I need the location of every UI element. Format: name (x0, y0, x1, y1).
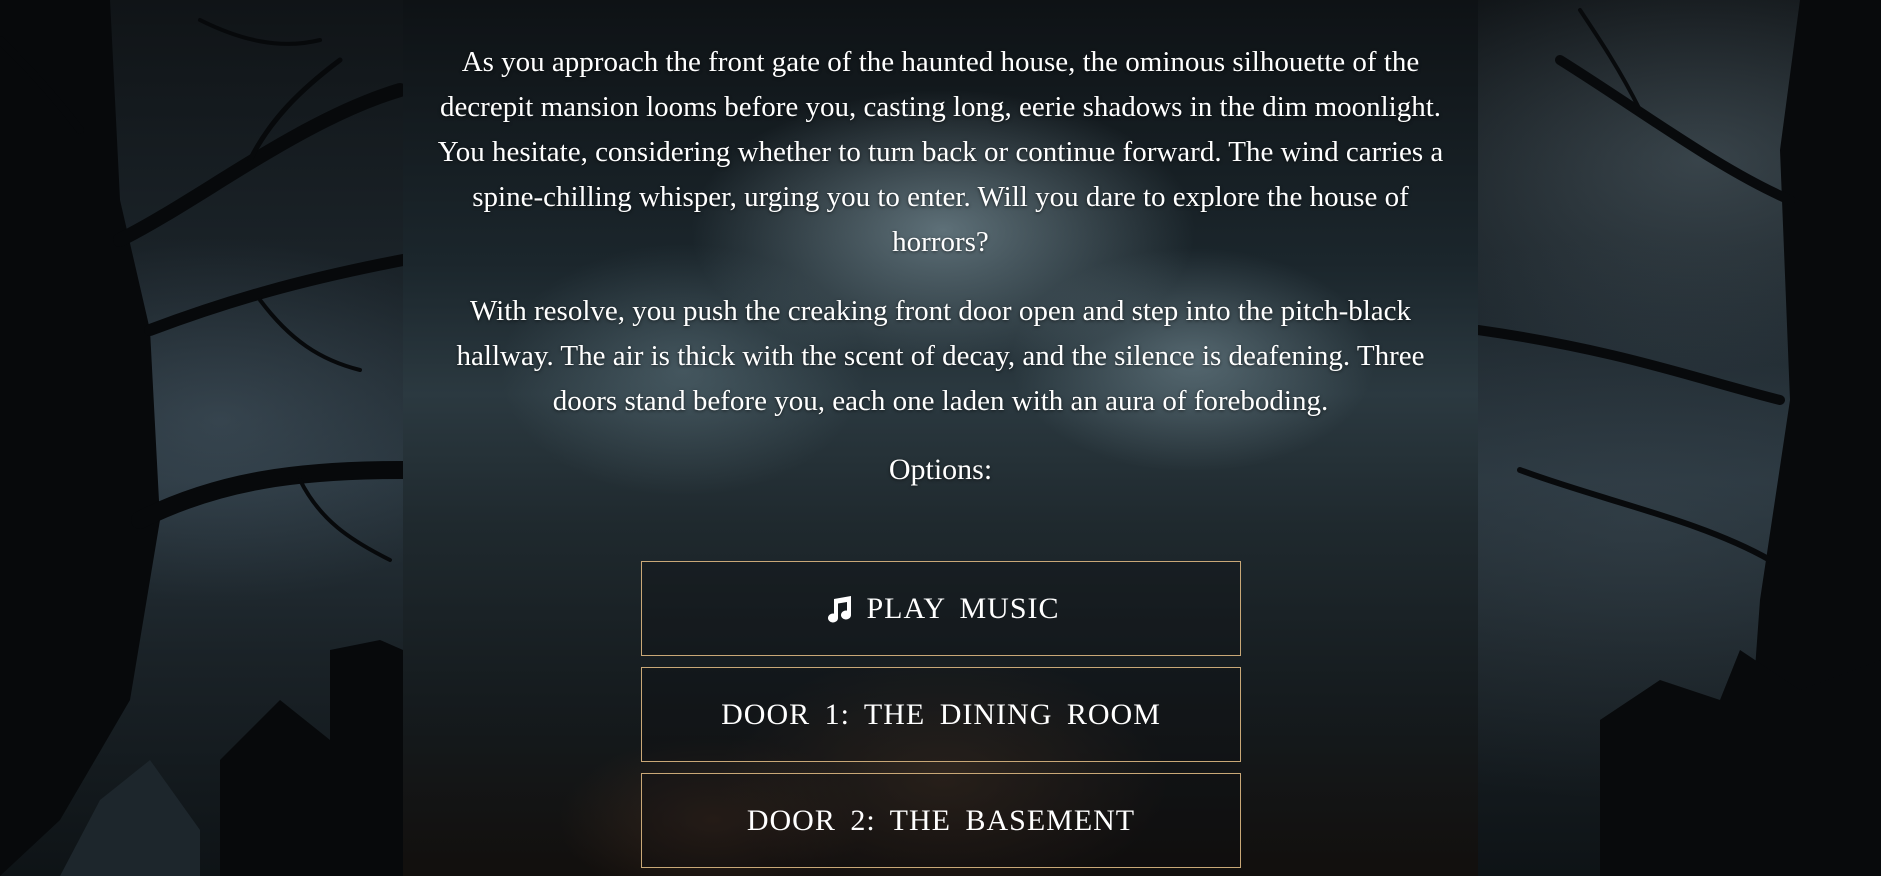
game-scene: As you approach the front gate of the ha… (0, 0, 1881, 876)
door-2-button[interactable]: DOOR 2: THE BASEMENT (641, 773, 1241, 868)
option-list: PLAY MUSIC DOOR 1: THE DINING ROOM DOOR … (641, 561, 1241, 876)
door-1-button[interactable]: DOOR 1: THE DINING ROOM (641, 667, 1241, 762)
door-2-label: DOOR 2: THE BASEMENT (746, 803, 1136, 837)
story-content: As you approach the front gate of the ha… (403, 0, 1478, 876)
play-music-label: PLAY MUSIC (866, 591, 1060, 625)
story-paragraph-1: As you approach the front gate of the ha… (437, 46, 1444, 258)
music-note-icon (827, 595, 851, 623)
play-music-button[interactable]: PLAY MUSIC (641, 561, 1241, 656)
door-1-label: DOOR 1: THE DINING ROOM (721, 697, 1161, 731)
story-paragraph-2: With resolve, you push the creaking fron… (456, 295, 1425, 417)
options-label: Options: (888, 453, 993, 486)
